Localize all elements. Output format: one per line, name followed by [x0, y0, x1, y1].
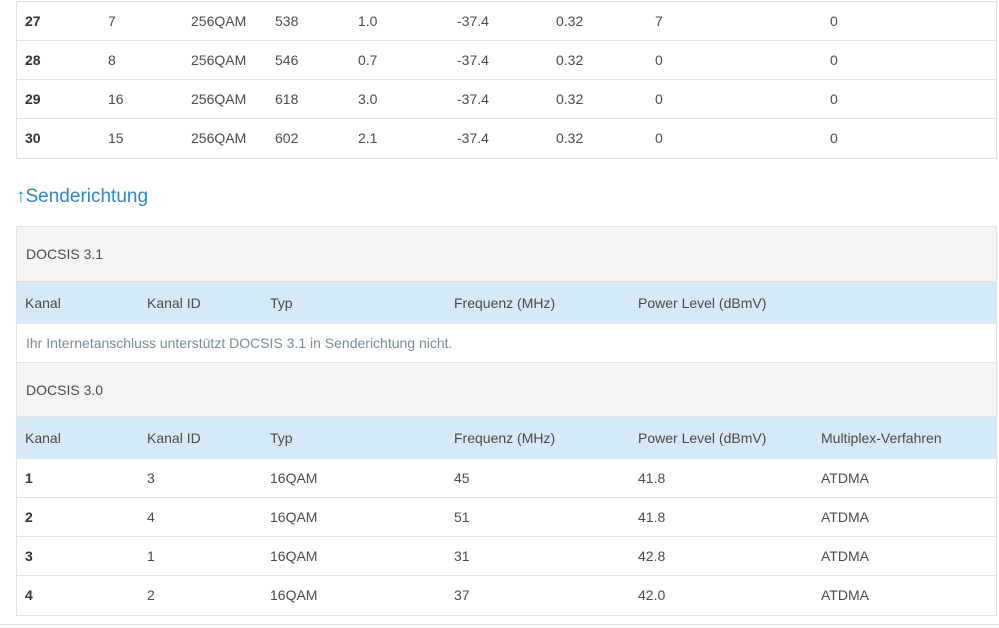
- table-row: 28 8 256QAM 546 0.7 -37.4 0.32 0 0: [17, 41, 996, 80]
- table-row: 3 1 16QAM 31 42.8 ATDMA: [17, 537, 996, 576]
- power-level-cell: 1.0: [358, 13, 378, 29]
- power-level-cell: 3.0: [358, 91, 378, 107]
- header-typ: Typ: [270, 430, 293, 446]
- mse-cell: -37.4: [457, 91, 489, 107]
- table-row: 4 2 16QAM 37 42.0 ATDMA: [17, 576, 996, 615]
- upstream-section-title: ↑Senderichtung: [16, 186, 148, 208]
- header-kanal-id: Kanal ID: [147, 295, 201, 311]
- header-typ: Typ: [270, 295, 293, 311]
- table-row: 27 7 256QAM 538 1.0 -37.4 0.32 7 0: [17, 2, 996, 41]
- downstream-table: 27 7 256QAM 538 1.0 -37.4 0.32 7 0 28 8 …: [16, 1, 997, 159]
- uncorrectable-errors-cell: 0: [830, 52, 838, 68]
- type-cell: 16QAM: [270, 509, 318, 525]
- arrow-up-icon: ↑: [16, 186, 26, 207]
- channel-cell: 27: [25, 13, 41, 29]
- channel-cell: 1: [25, 470, 33, 486]
- latency-cell: 0.32: [556, 130, 584, 146]
- frequency-cell: 618: [275, 91, 299, 107]
- frequency-cell: 538: [275, 13, 299, 29]
- header-kanal-id: Kanal ID: [147, 430, 201, 446]
- latency-cell: 0.32: [556, 13, 584, 29]
- docsis-31-label: DOCSIS 3.1: [26, 246, 104, 262]
- corrected-errors-cell: 0: [655, 91, 663, 107]
- latency-cell: 0.32: [556, 91, 584, 107]
- frequency-cell: 31: [454, 548, 470, 564]
- uncorrectable-errors-cell: 0: [830, 130, 838, 146]
- channel-id-cell: 3: [147, 470, 155, 486]
- mse-cell: -37.4: [457, 52, 489, 68]
- channel-cell: 28: [25, 52, 41, 68]
- channel-cell: 29: [25, 91, 41, 107]
- upstream-table: DOCSIS 3.1 Kanal Kanal ID Typ Frequenz (…: [16, 226, 997, 616]
- channel-id-cell: 4: [147, 509, 155, 525]
- corrected-errors-cell: 0: [655, 52, 663, 68]
- frequency-cell: 37: [454, 587, 470, 603]
- channel-id-cell: 7: [108, 13, 116, 29]
- header-kanal: Kanal: [25, 295, 61, 311]
- docsis-31-section-header: DOCSIS 3.1: [17, 227, 996, 282]
- docsis-31-column-headers: Kanal Kanal ID Typ Frequenz (MHz) Power …: [17, 282, 996, 324]
- docsis-30-section-header: DOCSIS 3.0: [17, 363, 996, 417]
- docsis-30-column-headers: Kanal Kanal ID Typ Frequenz (MHz) Power …: [17, 417, 996, 459]
- header-power-level: Power Level (dBmV): [638, 295, 767, 311]
- frequency-cell: 45: [454, 470, 470, 486]
- header-power-level: Power Level (dBmV): [638, 430, 767, 446]
- divider: [0, 624, 999, 625]
- header-multiplex: Multiplex-Verfahren: [821, 430, 942, 446]
- latency-cell: 0.32: [556, 52, 584, 68]
- mse-cell: -37.4: [457, 130, 489, 146]
- upstream-title-text: Senderichtung: [25, 186, 149, 207]
- corrected-errors-cell: 7: [655, 13, 663, 29]
- channel-id-cell: 15: [108, 130, 124, 146]
- docsis-31-unsupported-notice: Ihr Internetanschluss unterstützt DOCSIS…: [17, 324, 996, 363]
- table-row: 1 3 16QAM 45 41.8 ATDMA: [17, 459, 996, 498]
- power-level-cell: 0.7: [358, 52, 378, 68]
- notice-text: Ihr Internetanschluss unterstützt DOCSIS…: [26, 335, 453, 351]
- multiplex-cell: ATDMA: [821, 509, 869, 525]
- frequency-cell: 51: [454, 509, 470, 525]
- channel-cell: 2: [25, 509, 33, 525]
- channel-id-cell: 2: [147, 587, 155, 603]
- uncorrectable-errors-cell: 0: [830, 91, 838, 107]
- channel-id-cell: 16: [108, 91, 124, 107]
- type-cell: 256QAM: [191, 13, 247, 29]
- table-row: 30 15 256QAM 602 2.1 -37.4 0.32 0 0: [17, 119, 996, 158]
- power-level-cell: 42.8: [638, 548, 666, 564]
- type-cell: 256QAM: [191, 130, 247, 146]
- channel-id-cell: 1: [147, 548, 155, 564]
- power-level-cell: 2.1: [358, 130, 378, 146]
- corrected-errors-cell: 0: [655, 130, 663, 146]
- header-frequenz: Frequenz (MHz): [454, 295, 556, 311]
- multiplex-cell: ATDMA: [821, 548, 869, 564]
- channel-id-cell: 8: [108, 52, 116, 68]
- type-cell: 16QAM: [270, 548, 318, 564]
- channel-cell: 3: [25, 548, 33, 564]
- power-level-cell: 41.8: [638, 470, 666, 486]
- channel-cell: 30: [25, 130, 41, 146]
- frequency-cell: 602: [275, 130, 299, 146]
- multiplex-cell: ATDMA: [821, 587, 869, 603]
- frequency-cell: 546: [275, 52, 299, 68]
- header-frequenz: Frequenz (MHz): [454, 430, 556, 446]
- uncorrectable-errors-cell: 0: [830, 13, 838, 29]
- type-cell: 16QAM: [270, 587, 318, 603]
- type-cell: 16QAM: [270, 470, 318, 486]
- type-cell: 256QAM: [191, 91, 247, 107]
- power-level-cell: 41.8: [638, 509, 666, 525]
- channel-cell: 4: [25, 587, 33, 603]
- table-row: 2 4 16QAM 51 41.8 ATDMA: [17, 498, 996, 537]
- table-row: 29 16 256QAM 618 3.0 -37.4 0.32 0 0: [17, 80, 996, 119]
- type-cell: 256QAM: [191, 52, 247, 68]
- mse-cell: -37.4: [457, 13, 489, 29]
- header-kanal: Kanal: [25, 430, 61, 446]
- multiplex-cell: ATDMA: [821, 470, 869, 486]
- docsis-30-label: DOCSIS 3.0: [26, 382, 104, 398]
- power-level-cell: 42.0: [638, 587, 666, 603]
